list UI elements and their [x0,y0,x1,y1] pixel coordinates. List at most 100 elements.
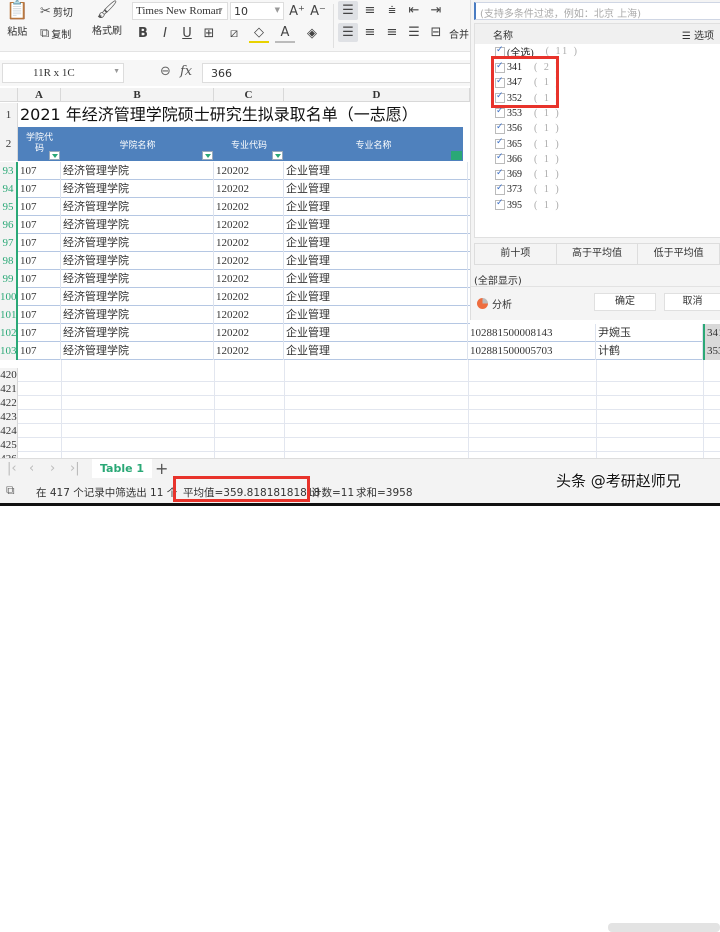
align-bottom-button[interactable]: ⩧ [382,1,402,20]
table-cell[interactable]: 经济管理学院 [61,288,214,306]
table-cell[interactable]: 107 [18,216,61,234]
font-color-button[interactable]: A [275,24,295,43]
table-cell[interactable]: 107 [18,252,61,270]
row-header[interactable]: 101 [0,306,18,324]
row-header[interactable]: 2 [0,127,18,161]
table-cell[interactable]: 120202 [214,288,284,306]
row-header[interactable]: 103 [0,342,18,360]
prev-sheet-icon[interactable]: ‹ [29,461,34,476]
zoom-icon[interactable]: ⊖ [160,64,171,79]
first-sheet-icon[interactable]: |‹ [7,461,17,476]
table-cell[interactable]: 107 [18,342,61,360]
sheet-tab-active[interactable]: Table 1 [92,459,152,479]
column-header-a[interactable]: A [18,88,61,102]
filter-dropdown-icon[interactable] [49,151,60,160]
table-cell[interactable]: 企业管理 [284,324,468,342]
italic-button[interactable]: I [155,24,175,43]
empty-row[interactable] [18,424,720,438]
row-header[interactable]: 1 [0,103,18,127]
row-header[interactable]: 100 [0,288,18,306]
select-all-corner[interactable] [0,88,18,102]
filter-item-checkbox[interactable]: 369 ( 1 ) [495,167,561,182]
font-size-select[interactable]: 10 ▼ [230,2,284,20]
table-cell[interactable]: 经济管理学院 [61,324,214,342]
copy-button[interactable]: ⧉ 复制 [40,26,71,41]
column-header-d[interactable]: D [284,88,470,102]
table-cell[interactable]: 341 [703,324,720,342]
table-cell[interactable]: 企业管理 [284,342,468,360]
increase-font-button[interactable]: A⁺ [287,2,307,21]
paste-button[interactable]: 📋 粘贴 [6,2,28,39]
row-header[interactable]: 421 [0,382,18,396]
table-cell[interactable]: 120202 [214,342,284,360]
table-cell[interactable]: 120202 [214,180,284,198]
header-major-name[interactable]: 专业名称 [284,127,463,161]
filter-item-checkbox[interactable]: 353 ( 1 ) [495,106,561,121]
formula-input[interactable]: 366 [202,63,470,83]
table-cell[interactable]: 企业管理 [284,288,468,306]
table-cell[interactable]: 120202 [214,162,284,180]
table-cell[interactable]: 102881500005703 [468,342,596,360]
ok-button[interactable]: 确定 [594,293,656,311]
filter-item-checkbox[interactable]: 395 ( 1 ) [495,198,561,213]
header-major-code[interactable]: 专业代码 [214,127,284,161]
table-cell[interactable]: 120202 [214,198,284,216]
table-cell[interactable]: 企业管理 [284,216,468,234]
table-cell[interactable]: 企业管理 [284,198,468,216]
row-header[interactable]: 425 [0,438,18,452]
header-college-name[interactable]: 学院名称 [61,127,214,161]
analyze-button[interactable]: 分析 [477,296,512,311]
horizontal-scrollbar[interactable] [608,923,720,932]
table-cell[interactable]: 107 [18,288,61,306]
row-header[interactable]: 97 [0,234,18,252]
align-top-button[interactable]: ☰ [338,1,358,20]
clear-format-button[interactable]: ◈ [302,24,322,43]
distribute-button[interactable]: ⊟ [426,23,446,42]
table-cell[interactable]: 107 [18,306,61,324]
align-middle-button[interactable]: ≡ [360,1,380,20]
below-average-button[interactable]: 低于平均值 [638,244,720,264]
format-painter-button[interactable]: 🖌 格式刷 [92,2,122,38]
table-cell[interactable]: 经济管理学院 [61,270,214,288]
table-cell[interactable]: 353 [703,342,720,360]
table-cell[interactable]: 120202 [214,234,284,252]
row-header[interactable]: 420 [0,368,18,382]
border-button[interactable]: ⊞ [199,24,219,43]
macro-icon[interactable]: ⧉ [6,483,15,498]
increase-indent-button[interactable]: ⇥ [426,1,446,20]
align-center-button[interactable]: ≡ [360,23,380,42]
font-name-select[interactable]: Times New Roman ▼ [132,2,228,20]
table-cell[interactable]: 经济管理学院 [61,198,214,216]
show-all-link[interactable]: (全部显示) [474,272,522,287]
row-header[interactable]: 422 [0,396,18,410]
filter-dropdown-icon[interactable] [202,151,213,160]
row-header[interactable]: 424 [0,424,18,438]
table-cell[interactable]: 120202 [214,252,284,270]
bold-button[interactable]: B [133,24,153,43]
table-cell[interactable]: 经济管理学院 [61,216,214,234]
add-sheet-icon[interactable]: + [155,459,168,478]
table-cell[interactable]: 107 [18,234,61,252]
table-cell[interactable]: 尹婉玉 [596,324,703,342]
row-header[interactable]: 93 [0,162,18,180]
table-cell[interactable]: 企业管理 [284,234,468,252]
table-cell[interactable]: 经济管理学院 [61,252,214,270]
fx-icon[interactable]: fx [180,64,192,79]
row-header[interactable]: 99 [0,270,18,288]
table-cell[interactable]: 120202 [214,270,284,288]
column-header-b[interactable]: B [61,88,214,102]
justify-button[interactable]: ☰ [404,23,424,42]
row-header[interactable]: 423 [0,410,18,424]
cancel-button[interactable]: 取消 [664,293,720,311]
decrease-indent-button[interactable]: ⇤ [404,1,424,20]
table-cell[interactable]: 107 [18,162,61,180]
top-ten-button[interactable]: 前十项 [475,244,557,264]
row-header[interactable]: 98 [0,252,18,270]
name-box[interactable]: 11R x 1C ▼ [2,63,124,83]
align-right-button[interactable]: ≡ [382,23,402,42]
empty-row[interactable] [18,382,720,396]
filter-item-checkbox[interactable]: 356 ( 1 ) [495,121,561,136]
table-cell[interactable]: 107 [18,180,61,198]
cell-style-button[interactable]: ⧄ [224,24,244,43]
align-left-button[interactable]: ☰ [338,23,358,42]
